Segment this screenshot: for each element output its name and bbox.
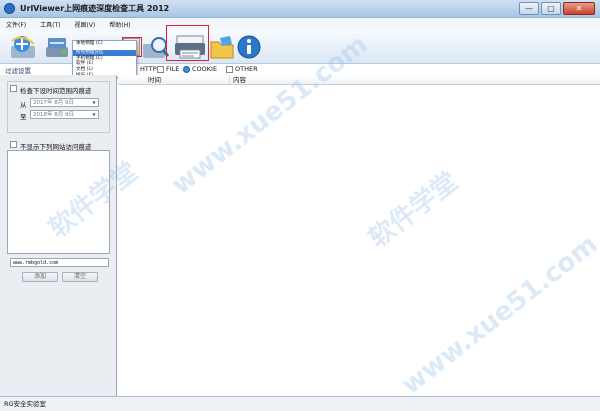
menu-view[interactable]: 视图(V) [75, 20, 96, 29]
menu-file[interactable]: 文件(F) [6, 20, 26, 29]
network-icon[interactable] [42, 32, 72, 62]
url-input[interactable]: www.rmbgold.com [10, 258, 109, 267]
menu-bar: 文件(F) 工具(T) 视图(V) 帮助(H) [0, 18, 600, 30]
chevron-down-icon: ▼ [92, 112, 96, 117]
from-date-value: 2017年 8月 9日 [33, 100, 74, 106]
dropdown-item[interactable]: 本地物理 (C) [73, 41, 136, 47]
tab-http[interactable]: HTTP [140, 64, 157, 74]
ie-browser-icon[interactable] [8, 32, 38, 62]
menu-tools[interactable]: 工具(T) [40, 20, 60, 29]
from-date-picker[interactable]: 2017年 8月 9日 ▼ [30, 98, 99, 107]
filter-panel-title: 过滤设置 [5, 67, 31, 75]
tab-cookie-label: COOKIE [192, 65, 218, 73]
tab-file[interactable]: FILE [157, 64, 179, 74]
maximize-button[interactable]: ▢ [541, 2, 561, 15]
tab-http-label: HTTP [140, 65, 157, 73]
menu-help[interactable]: 帮助(H) [109, 20, 130, 29]
file-icon [157, 65, 164, 73]
tab-file-label: FILE [166, 65, 180, 73]
to-date-picker[interactable]: 2018年 8月 9日 ▼ [30, 110, 99, 119]
highlight-box-printer [166, 25, 209, 61]
window-title: UrlViewer上网痕迹深度检查工具 2012 [20, 4, 170, 13]
table-header: 时间 内容 [118, 75, 600, 85]
cookie-icon [183, 65, 190, 73]
from-label: 从 [20, 101, 27, 109]
time-range-label: 检查下设时间范围内痕迹 [20, 87, 92, 95]
minimize-button[interactable]: — [519, 2, 539, 15]
close-button[interactable]: ✕ [563, 2, 595, 15]
clear-button[interactable]: 清空 [62, 272, 98, 282]
chevron-down-icon: ▼ [92, 100, 96, 105]
exclude-sites-checkbox[interactable] [10, 141, 17, 148]
results-table: 时间 内容 [118, 75, 600, 396]
tab-other-label: OTHER [235, 65, 258, 73]
time-range-checkbox[interactable] [10, 85, 17, 92]
folder-icon[interactable] [208, 32, 236, 62]
to-label: 至 [20, 113, 27, 121]
tab-cookie[interactable]: COOKIE [183, 64, 217, 74]
status-bar: RG安全实验室 [0, 396, 600, 411]
tab-other[interactable]: OTHER [226, 64, 258, 74]
to-date-value: 2018年 8月 9日 [33, 112, 74, 118]
title-bar: UrlViewer上网痕迹深度检查工具 2012 — ▢ ✕ [0, 0, 600, 18]
help-icon [226, 65, 233, 73]
column-header-time[interactable]: 时间 [145, 76, 230, 84]
dropdown-menu: 本地物理 (C) 所有物理分区 手机物理 (C) 软件 (E) 文档 (L) 娱… [72, 40, 137, 78]
excluded-sites-list[interactable] [7, 150, 110, 254]
add-button[interactable]: 添加 [22, 272, 58, 282]
info-icon[interactable] [236, 32, 264, 62]
app-icon [4, 3, 15, 14]
column-header-content[interactable]: 内容 [230, 76, 350, 84]
